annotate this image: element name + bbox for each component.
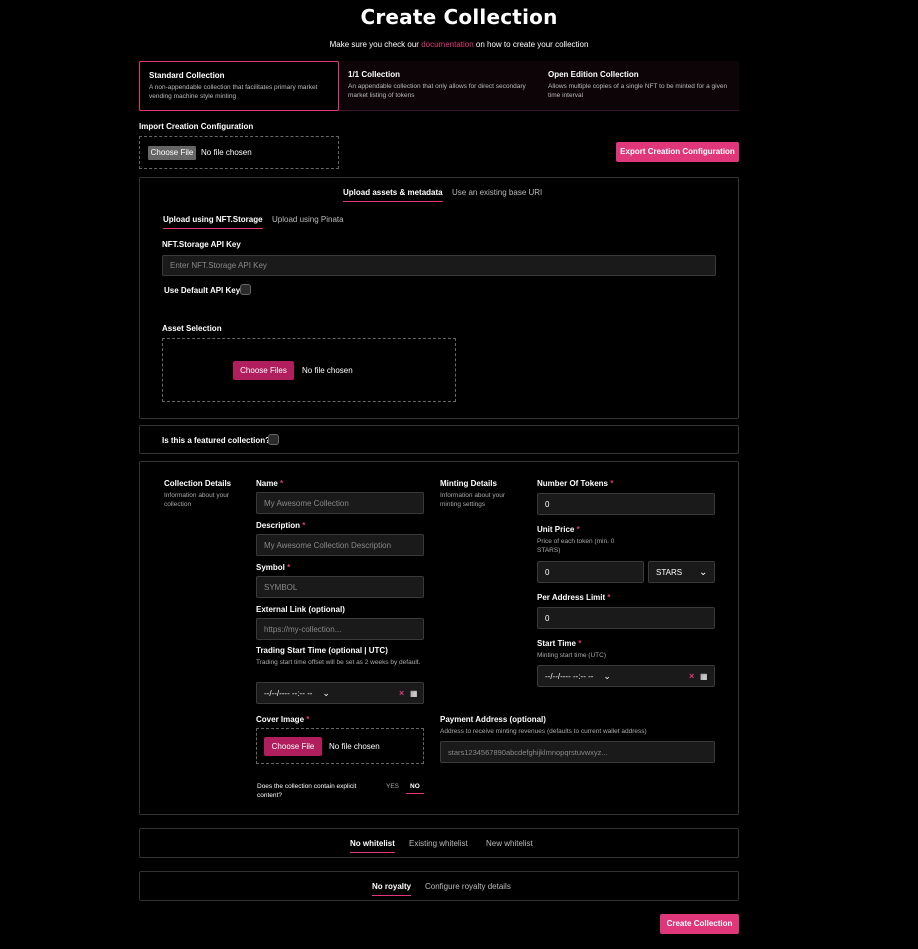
cover-no-file-text: No file chosen [329,742,380,751]
cover-choose-file-button[interactable]: Choose File [264,737,322,756]
tab-pinata[interactable]: Upload using Pinata [272,215,344,224]
calendar-icon[interactable]: ▦ [700,672,708,681]
clear-icon[interactable]: × [399,688,404,698]
documentation-link[interactable]: documentation [421,40,473,49]
collection-type-desc: Allows multiple copies of a single NFT t… [548,83,728,99]
chevron-down-icon[interactable]: ⌄ [603,671,611,682]
unit-price-input[interactable]: 0 [537,561,644,583]
explicit-question: Does the collection contain explicit con… [257,783,357,799]
collection-type-open-edition[interactable]: Open Edition Collection Allows multiple … [539,61,739,111]
tokens-input[interactable]: 0 [537,493,715,515]
tokens-label-text: Number Of Tokens [537,479,608,488]
trading-start-value: --/--/---- --:-- -- [264,688,313,698]
collection-type-title: 1/1 Collection [348,70,401,79]
minting-details-heading: Minting Details [440,479,497,488]
payment-address-input[interactable]: stars1234567890abcdefghijklmnopqrstuvwxy… [440,741,715,763]
featured-label: Is this a featured collection? [162,436,271,445]
payment-address-desc: Address to receive minting revenues (def… [440,728,647,735]
import-choose-file-button[interactable]: Choose File [148,146,196,160]
cover-image-label-text: Cover Image [256,715,305,724]
per-address-label-text: Per Address Limit [537,593,606,602]
choose-files-button[interactable]: Choose Files [233,361,294,380]
currency-value: STARS [656,567,683,577]
whitelist-panel: No whitelist Existing whitelist New whit… [139,828,739,858]
start-time-label: Start Time * [537,639,582,648]
unit-price-desc: Price of each token (min. 0 STARS) [537,538,615,554]
import-config-label: Import Creation Configuration [139,122,254,131]
tab-existing-base-uri[interactable]: Use an existing base URI [452,188,542,197]
collection-type-title: Open Edition Collection [548,70,639,79]
tab-configure-royalty[interactable]: Configure royalty details [425,882,511,891]
subtitle-pre: Make sure you check our [329,40,419,49]
start-time-desc: Minting start time (UTC) [537,652,606,659]
royalty-panel: No royalty Configure royalty details [139,871,739,901]
default-api-key-label: Use Default API Key [164,286,241,295]
collection-details-heading: Collection Details [164,479,232,488]
name-label-text: Name [256,479,278,488]
collection-details-desc: Information about your collection [164,492,230,508]
collection-type-one-of-one[interactable]: 1/1 Collection An appendable collection … [339,61,539,111]
calendar-icon[interactable]: ▦ [410,689,418,698]
description-label-text: Description [256,521,301,530]
export-config-button[interactable]: Export Creation Configuration [616,142,739,162]
page-title: Create Collection [360,5,558,29]
collection-type-desc: An appendable collection that only allow… [348,83,526,99]
subtitle-post: on how to create your collection [475,40,589,49]
explicit-yes-option[interactable]: YES [386,783,399,790]
start-time-input[interactable]: --/--/---- --:-- -- ⌄ × ▦ [537,665,715,687]
currency-select[interactable]: STARS ⌄ [648,561,715,583]
api-key-input[interactable]: Enter NFT.Storage API Key [162,255,716,276]
name-label: Name * [256,479,284,488]
tab-new-whitelist[interactable]: New whitelist [486,839,533,848]
tab-no-royalty[interactable]: No royalty [372,882,412,896]
external-link-label: External Link (optional) [256,605,345,614]
trading-start-input[interactable]: --/--/---- --:-- -- ⌄ × ▦ [256,682,424,704]
asset-selection-label: Asset Selection [162,324,222,333]
asset-dropzone[interactable]: Choose Files No file chosen [162,338,456,402]
collection-type-desc: A non-appendable collection that facilit… [149,84,318,100]
cover-image-dropzone[interactable]: Choose File No file chosen [256,728,424,764]
default-api-key-checkbox[interactable] [240,284,251,295]
collection-type-title: Standard Collection [149,71,225,80]
per-address-input[interactable]: 0 [537,607,715,629]
api-key-label: NFT.Storage API Key [162,240,241,249]
start-time-value: --/--/---- --:-- -- [545,671,594,681]
symbol-label: Symbol * [256,563,291,572]
description-input[interactable]: My Awesome Collection Description [256,534,424,556]
collection-type-selector: Standard Collection A non-appendable col… [139,61,739,111]
collection-type-standard[interactable]: Standard Collection A non-appendable col… [139,61,339,111]
chevron-down-icon: ⌄ [699,566,708,578]
trading-start-desc: Trading start time offset will be set as… [256,659,421,666]
tab-no-whitelist[interactable]: No whitelist [350,839,395,853]
symbol-input[interactable]: SYMBOL [256,576,424,598]
clear-icon[interactable]: × [689,671,694,681]
upload-panel: Upload assets & metadata Use an existing… [139,177,739,419]
tab-upload-assets[interactable]: Upload assets & metadata [343,188,443,202]
import-no-file-text: No file chosen [201,148,252,157]
explicit-no-option[interactable]: NO [406,783,424,794]
start-time-label-text: Start Time [537,639,576,648]
featured-panel: Is this a featured collection? [139,425,739,454]
tab-existing-whitelist[interactable]: Existing whitelist [409,839,468,848]
unit-price-label-text: Unit Price [537,525,575,534]
payment-address-label: Payment Address (optional) [440,715,546,724]
featured-checkbox[interactable] [268,434,279,445]
create-collection-button[interactable]: Create Collection [660,914,739,934]
import-config-dropzone: Choose File No file chosen [139,136,339,169]
description-label: Description * [256,521,306,530]
tab-nft-storage[interactable]: Upload using NFT.Storage [163,215,263,229]
unit-price-label: Unit Price * [537,525,580,534]
tokens-label: Number Of Tokens * [537,479,614,488]
page-subtitle: Make sure you check our documentation on… [0,40,918,49]
external-link-input[interactable]: https://my-collection... [256,618,424,640]
symbol-label-text: Symbol [256,563,285,572]
asset-no-file-text: No file chosen [302,366,353,375]
cover-image-label: Cover Image * [256,715,310,724]
minting-details-desc: Information about your minting settings [440,492,506,508]
chevron-down-icon[interactable]: ⌄ [322,688,330,699]
trading-start-label: Trading Start Time (optional | UTC) [256,646,388,655]
per-address-label: Per Address Limit * [537,593,611,602]
name-input[interactable]: My Awesome Collection [256,492,424,514]
details-panel: Collection Details Information about you… [139,461,739,815]
